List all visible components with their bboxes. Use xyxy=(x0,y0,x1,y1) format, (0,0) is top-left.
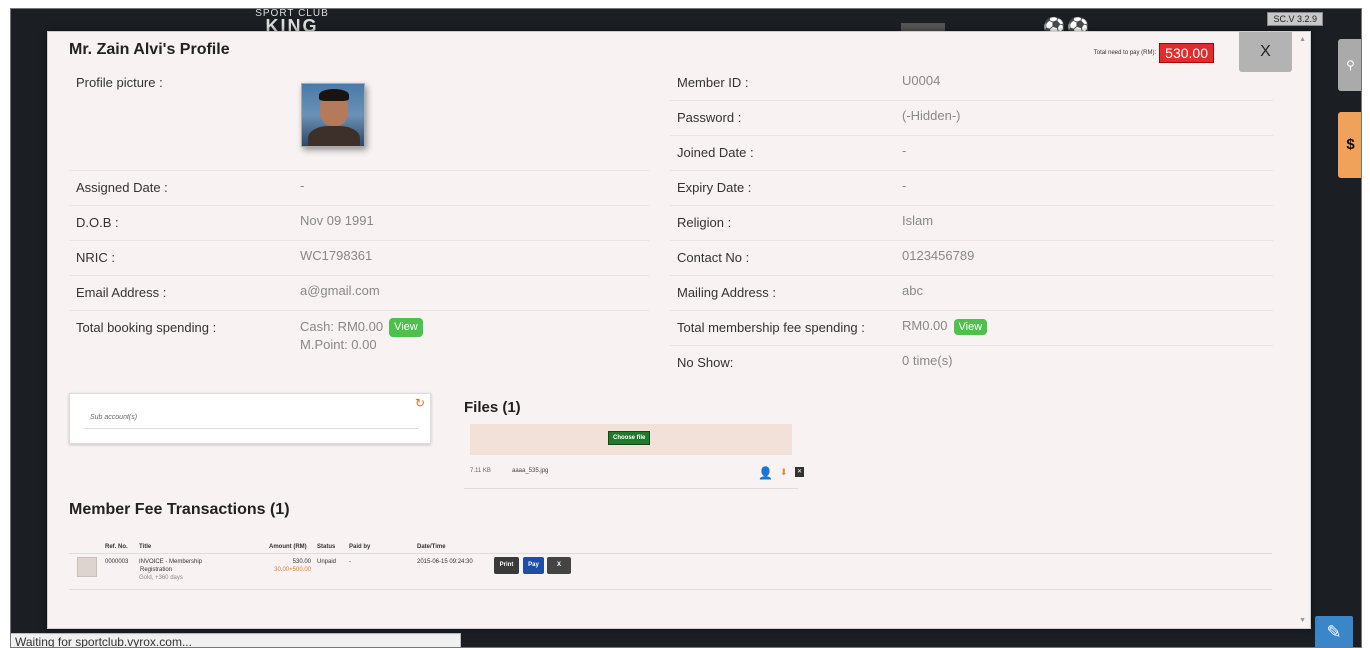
transactions-header: Ref. No. Title Amount (RM) Status Paid b… xyxy=(69,539,1272,554)
field-email: Email Address : a@gmail.com xyxy=(69,276,649,311)
col-datetime: Date/Time xyxy=(417,544,446,550)
version-badge: SC.V 3.2.9 xyxy=(1267,12,1323,26)
field-mailing-address: Mailing Address : abc xyxy=(670,276,1273,311)
field-member-id: Member ID : U0004 xyxy=(670,66,1273,101)
download-icon[interactable]: ⬇ xyxy=(780,467,788,478)
dollar-download-icon: $ xyxy=(1346,136,1355,153)
field-dob: D.O.B : Nov 09 1991 xyxy=(69,206,649,241)
profile-picture[interactable] xyxy=(301,83,365,147)
user-icon[interactable]: 👤 xyxy=(758,466,773,480)
booking-cash: Cash: RM0.00 xyxy=(300,318,384,334)
total-need-label: Total need to pay (RM): xyxy=(1093,50,1157,56)
col-title: Title xyxy=(139,544,152,550)
total-need-to-pay: Total need to pay (RM): 530.00 xyxy=(1094,43,1214,63)
edit-button[interactable]: ✎ xyxy=(1315,616,1353,647)
row-title: INVOICE - Membership Registration Gold, … xyxy=(139,559,203,581)
files-title: Files (1) xyxy=(464,399,521,416)
browser-status-bar: Waiting for sportclub.vyrox.com... xyxy=(11,633,461,647)
modal-title: Mr. Zain Alvi's Profile xyxy=(69,41,230,58)
scroll-up-icon[interactable]: ▲ xyxy=(1299,36,1306,43)
refresh-icon[interactable]: ↻ xyxy=(415,396,425,410)
membership-value: RM0.00 xyxy=(902,318,948,333)
row-ref: 0000003 xyxy=(105,559,129,565)
row-paid-by: - xyxy=(349,559,351,565)
field-nric: NRIC : WC1798361 xyxy=(69,241,649,276)
delete-icon[interactable]: ✕ xyxy=(795,467,804,477)
col-amount: Amount (RM) xyxy=(269,544,307,550)
col-status: Status xyxy=(317,544,336,550)
row-amount: 530.00 30.00+500.00 xyxy=(274,559,311,573)
field-expiry-date: Expiry Date : - xyxy=(670,171,1273,206)
field-booking-spending: Total booking spending : Cash: RM0.00 Vie… xyxy=(69,311,649,381)
payment-side-tab[interactable]: $ xyxy=(1338,112,1361,178)
row-select-checkbox[interactable] xyxy=(77,557,97,577)
pencil-icon: ✎ xyxy=(1326,622,1342,642)
sub-accounts-label: Sub account(s) xyxy=(90,414,138,421)
view-booking-button[interactable]: View xyxy=(389,318,423,337)
row-status: Unpaid xyxy=(317,559,337,565)
file-item: 7.11 KB aaaa_535.jpg 👤 ⬇ ✕ xyxy=(464,463,804,489)
file-name[interactable]: aaaa_535.jpg xyxy=(512,468,548,474)
settings-side-tab[interactable]: ⚲ xyxy=(1338,39,1361,91)
field-contact: Contact No : 0123456789 xyxy=(670,241,1273,276)
col-ref: Ref. No. xyxy=(105,544,128,550)
field-religion: Religion : Islam xyxy=(670,206,1273,241)
total-need-amount: 530.00 xyxy=(1159,43,1214,63)
field-joined-date: Joined Date : - xyxy=(670,136,1273,171)
file-upload-area[interactable]: Choose file xyxy=(470,424,792,455)
field-membership-spending: Total membership fee spending : RM0.00 Vi… xyxy=(670,311,1273,346)
row-datetime: 2015-06-15 09:24:30 xyxy=(417,559,473,565)
table-row: 0000003 INVOICE - Membership Registratio… xyxy=(69,554,1272,590)
tool-icon: ⚲ xyxy=(1346,58,1355,72)
profile-modal: Mr. Zain Alvi's Profile Total need to pa… xyxy=(47,31,1311,629)
file-size: 7.11 KB xyxy=(470,468,491,474)
choose-file-button[interactable]: Choose file xyxy=(608,431,651,445)
transactions-title: Member Fee Transactions (1) xyxy=(69,501,290,518)
pay-button[interactable]: Pay xyxy=(523,557,544,574)
col-paid-by: Paid by xyxy=(349,544,371,550)
field-password: Password : (-Hidden-) xyxy=(670,101,1273,136)
view-membership-button[interactable]: View xyxy=(953,318,988,335)
field-no-show: No Show: 0 time(s) xyxy=(677,353,953,370)
print-button[interactable]: Print xyxy=(494,557,519,574)
delete-transaction-button[interactable]: X xyxy=(547,557,571,574)
booking-points: M.Point: 0.00 xyxy=(300,337,377,352)
app-background: SPORT CLUB KING ⚽⚽ SC.V 3.2.9 ⚲ $ ✎ Wait… xyxy=(10,8,1362,648)
scroll-down-icon[interactable]: ▼ xyxy=(1299,617,1306,624)
field-assigned-date: Assigned Date : - xyxy=(69,171,649,206)
sub-accounts-panel: Sub account(s) ↻ xyxy=(69,393,431,444)
